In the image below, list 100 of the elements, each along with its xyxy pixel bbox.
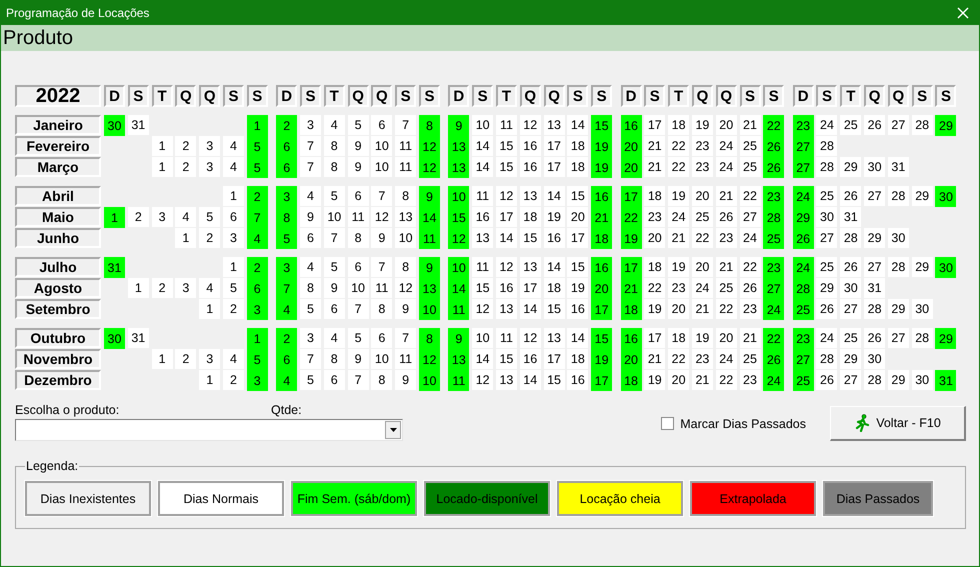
day-cell[interactable]: 14: [448, 278, 470, 299]
day-cell[interactable]: 24: [716, 349, 737, 369]
day-cell[interactable]: 7: [276, 278, 298, 299]
day-cell[interactable]: 26: [740, 278, 760, 298]
day-cell[interactable]: 10: [324, 207, 345, 227]
day-cell[interactable]: 13: [496, 299, 517, 319]
day-cell[interactable]: 25: [792, 299, 814, 320]
day-cell[interactable]: 27: [864, 257, 886, 277]
day-cell[interactable]: 8: [418, 328, 440, 349]
day-cell[interactable]: 30: [104, 328, 125, 349]
day-cell[interactable]: 3: [152, 207, 173, 227]
day-cell[interactable]: 24: [740, 228, 760, 248]
day-cell[interactable]: 19: [567, 278, 588, 298]
day-cell[interactable]: 27: [840, 299, 862, 319]
day-cell[interactable]: 18: [644, 186, 666, 206]
day-cell[interactable]: 18: [620, 299, 642, 320]
day-cell[interactable]: 28: [912, 328, 933, 348]
day-cell[interactable]: 1: [199, 299, 220, 319]
day-cell[interactable]: 15: [567, 186, 588, 206]
day-cell[interactable]: 17: [544, 349, 565, 369]
day-cell[interactable]: 18: [668, 115, 690, 135]
day-cell[interactable]: 11: [395, 157, 416, 177]
day-cell[interactable]: 11: [348, 207, 369, 227]
day-cell[interactable]: 26: [763, 157, 784, 178]
day-cell[interactable]: 24: [763, 370, 784, 391]
day-cell[interactable]: 26: [864, 328, 886, 348]
day-cell[interactable]: 17: [591, 370, 612, 391]
day-cell[interactable]: 12: [472, 299, 494, 319]
day-cell[interactable]: 24: [716, 157, 737, 177]
day-cell[interactable]: 2: [175, 136, 196, 156]
day-cell[interactable]: 2: [128, 207, 149, 227]
day-cell[interactable]: 17: [496, 207, 517, 227]
day-cell[interactable]: 1: [222, 186, 244, 206]
day-cell[interactable]: 15: [591, 115, 612, 136]
day-cell[interactable]: 12: [520, 115, 541, 135]
day-cell[interactable]: 25: [816, 257, 838, 277]
day-cell[interactable]: 21: [620, 278, 642, 299]
day-cell[interactable]: 10: [371, 136, 392, 156]
day-cell[interactable]: 16: [520, 157, 541, 177]
day-cell[interactable]: 17: [544, 136, 565, 156]
day-cell[interactable]: 3: [199, 349, 220, 369]
day-cell[interactable]: 2: [152, 278, 173, 298]
day-cell[interactable]: 23: [668, 278, 690, 298]
day-cell[interactable]: 9: [418, 257, 440, 278]
day-cell[interactable]: 23: [692, 157, 713, 177]
day-cell[interactable]: 16: [520, 136, 541, 156]
day-cell[interactable]: 25: [740, 157, 760, 177]
day-cell[interactable]: 22: [716, 299, 737, 319]
day-cell[interactable]: 8: [324, 136, 345, 156]
day-cell[interactable]: 21: [644, 349, 666, 369]
day-cell[interactable]: 28: [816, 349, 838, 369]
day-cell[interactable]: 25: [692, 207, 713, 227]
day-cell[interactable]: 28: [816, 157, 838, 177]
day-cell[interactable]: 8: [371, 370, 392, 390]
day-cell[interactable]: 1: [199, 370, 220, 390]
day-cell[interactable]: 25: [840, 328, 862, 348]
day-cell[interactable]: 26: [840, 186, 862, 206]
day-cell[interactable]: 7: [371, 257, 392, 277]
day-cell[interactable]: 7: [300, 136, 321, 156]
day-cell[interactable]: 4: [324, 115, 345, 135]
day-cell[interactable]: 22: [620, 207, 642, 228]
day-cell[interactable]: 11: [448, 370, 470, 391]
day-cell[interactable]: 14: [472, 136, 494, 156]
day-cell[interactable]: 5: [300, 370, 321, 390]
day-cell[interactable]: 18: [520, 207, 541, 227]
day-cell[interactable]: 22: [668, 136, 690, 156]
day-cell[interactable]: 26: [816, 299, 838, 319]
day-cell[interactable]: 25: [792, 370, 814, 391]
day-cell[interactable]: 18: [544, 278, 565, 298]
day-cell[interactable]: 28: [864, 299, 886, 319]
day-cell[interactable]: 5: [246, 136, 268, 157]
day-cell[interactable]: 5: [246, 157, 268, 178]
day-cell[interactable]: 20: [668, 299, 690, 319]
day-cell[interactable]: 30: [912, 299, 933, 319]
day-cell[interactable]: 16: [496, 278, 517, 298]
day-cell[interactable]: 12: [418, 349, 440, 370]
day-cell[interactable]: 18: [620, 370, 642, 391]
day-cell[interactable]: 11: [472, 186, 494, 206]
day-cell[interactable]: 11: [371, 278, 392, 298]
day-cell[interactable]: 13: [448, 157, 470, 178]
day-cell[interactable]: 23: [692, 136, 713, 156]
day-cell[interactable]: 15: [472, 278, 494, 298]
day-cell[interactable]: 3: [199, 136, 220, 156]
day-cell[interactable]: 21: [644, 136, 666, 156]
day-cell[interactable]: 14: [472, 349, 494, 369]
day-cell[interactable]: 2: [175, 157, 196, 177]
day-cell[interactable]: 22: [763, 115, 784, 136]
day-cell[interactable]: 7: [395, 115, 416, 135]
day-cell[interactable]: 17: [620, 186, 642, 207]
day-cell[interactable]: 10: [395, 228, 416, 248]
day-cell[interactable]: 13: [520, 186, 541, 206]
day-cell[interactable]: 2: [276, 328, 298, 349]
day-cell[interactable]: 25: [716, 278, 737, 298]
day-cell[interactable]: 5: [348, 328, 369, 348]
day-cell[interactable]: 27: [763, 278, 784, 299]
day-cell[interactable]: 18: [591, 228, 612, 249]
day-cell[interactable]: 3: [300, 328, 321, 348]
day-cell[interactable]: 31: [128, 115, 149, 135]
day-cell[interactable]: 6: [276, 349, 298, 370]
day-cell[interactable]: 7: [395, 328, 416, 348]
